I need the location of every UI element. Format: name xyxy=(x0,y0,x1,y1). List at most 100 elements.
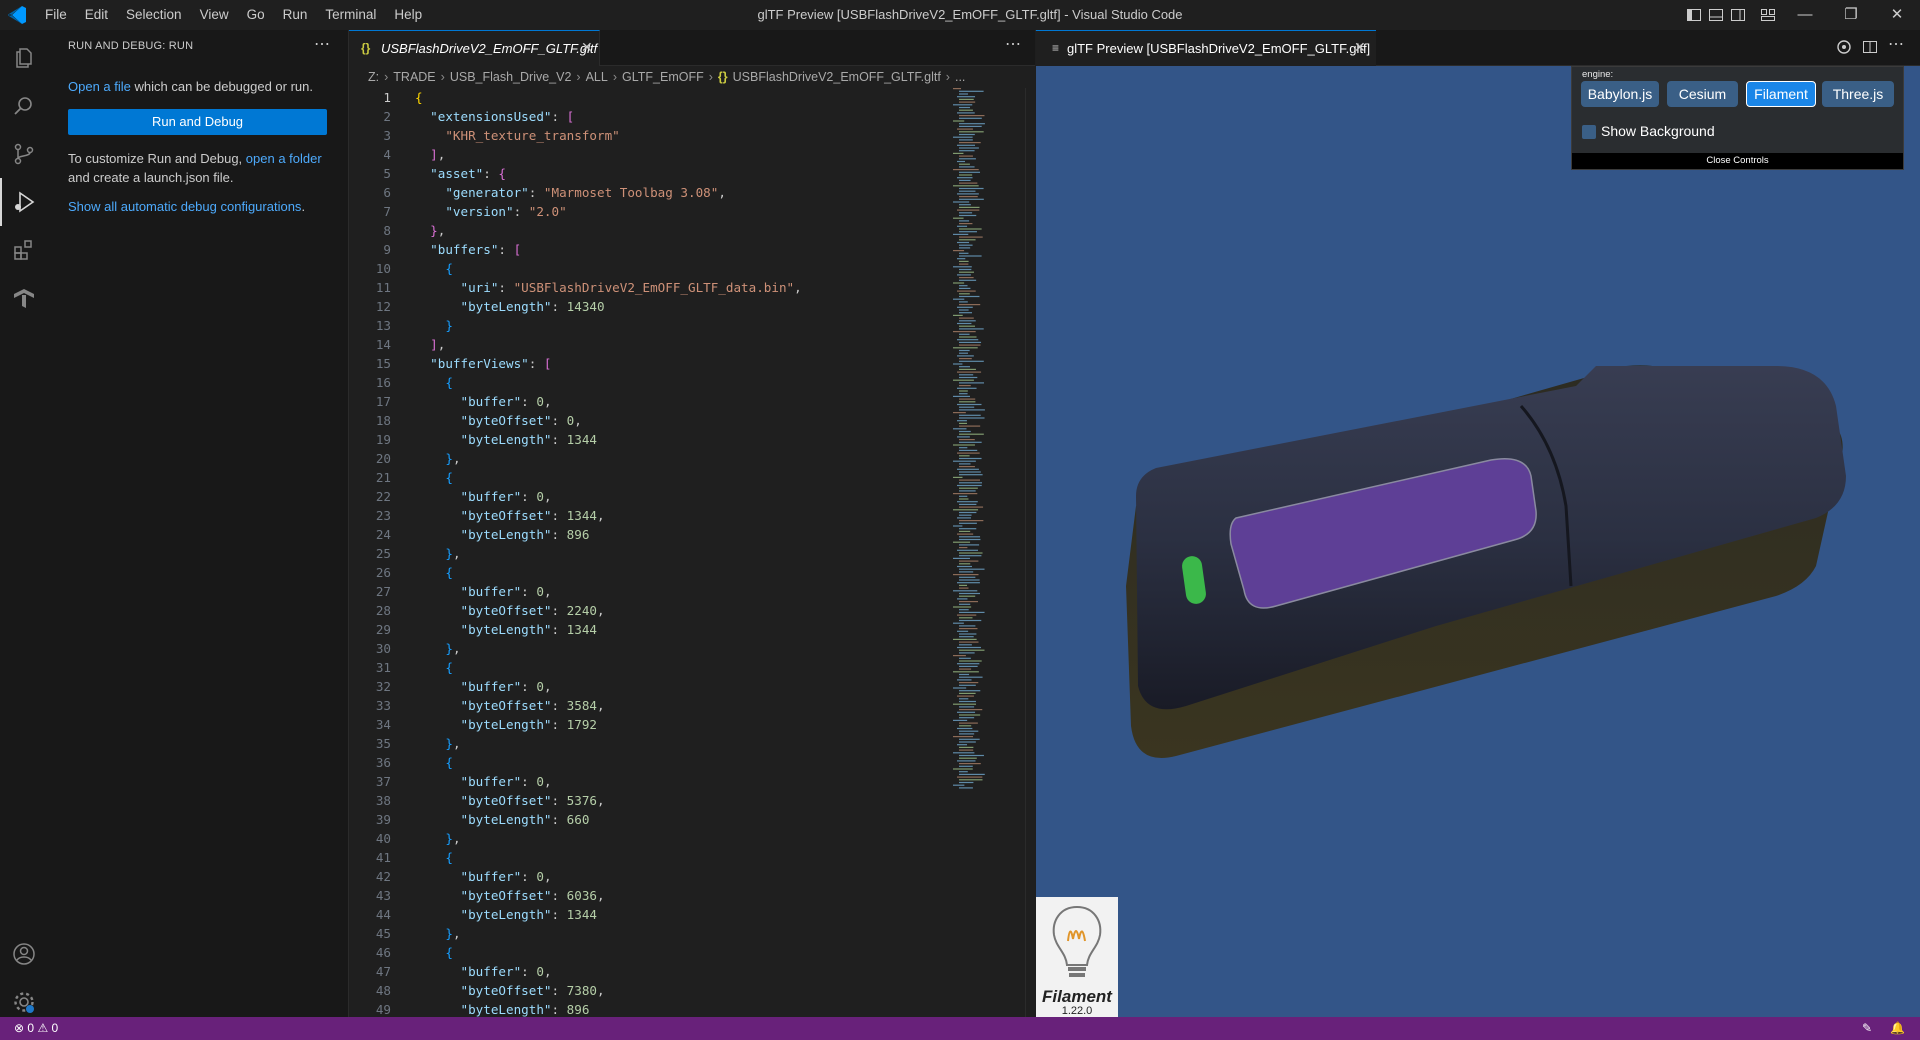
gltf-viewport[interactable]: engine: Babylon.js Cesium Filament Three… xyxy=(1036,66,1920,1017)
vertical-scrollbar[interactable] xyxy=(1025,88,1035,1017)
minimap-line xyxy=(959,649,985,651)
run-and-debug-button[interactable]: Run and Debug xyxy=(68,109,327,135)
minimap-line xyxy=(959,447,968,449)
show-all-configs-link[interactable]: Show all automatic debug configurations xyxy=(68,199,301,214)
minimap-line xyxy=(959,101,976,103)
line-number: 3 xyxy=(383,128,391,143)
menu-go[interactable]: Go xyxy=(238,0,274,30)
minimap-line xyxy=(959,506,984,508)
toggle-primary-sidebar-icon[interactable] xyxy=(1686,7,1702,23)
menu-edit[interactable]: Edit xyxy=(76,0,117,30)
minimap-line xyxy=(957,533,974,535)
close-tab-icon[interactable]: ✕ xyxy=(581,39,593,56)
minimap-line xyxy=(953,606,972,608)
minimap-line xyxy=(959,196,978,198)
extensions-icon[interactable] xyxy=(0,226,48,274)
minimap-line xyxy=(959,538,981,541)
minimap-line xyxy=(959,133,975,136)
minimap-line xyxy=(959,660,982,662)
minimap-line xyxy=(953,719,968,721)
code-line: "byteOffset": 5376, xyxy=(460,793,605,808)
tensorflow-icon[interactable] xyxy=(0,274,48,322)
minimap-line xyxy=(957,501,978,503)
close-controls-button[interactable]: Close Controls xyxy=(1572,153,1903,169)
breadcrumb-separator: › xyxy=(576,70,581,84)
minimap-line xyxy=(953,736,974,738)
editor-more-actions-icon[interactable]: ⋯ xyxy=(1005,34,1021,54)
breadcrumb-item[interactable]: ALL xyxy=(586,70,608,84)
editor-tab[interactable]: {} USBFlashDriveV2_EmOFF_GLTF.gltf ✕ xyxy=(349,30,600,66)
line-number: 30 xyxy=(375,641,391,656)
preview-tab[interactable]: ≡ glTF Preview [USBFlashDriveV2_EmOFF_GL… xyxy=(1036,30,1376,66)
code-line: "buffer": 0, xyxy=(460,584,552,599)
breadcrumb-item[interactable]: USB_Flash_Drive_V2 xyxy=(450,70,572,84)
minimap-line xyxy=(953,412,966,414)
code-line: "buffer": 0, xyxy=(460,394,552,409)
minimap-line xyxy=(959,498,969,500)
open-file-link[interactable]: Open a file xyxy=(68,79,131,94)
engine-filament-button[interactable]: Filament xyxy=(1746,81,1816,107)
minimap-line xyxy=(959,425,981,427)
code-line: }, xyxy=(445,546,461,561)
minimap-line xyxy=(959,479,981,481)
problems-indicator[interactable]: ⊗ 0 ⚠ 0 xyxy=(14,1017,58,1040)
minimap-line xyxy=(959,560,979,562)
inspector-icon[interactable] xyxy=(1836,39,1852,58)
show-background-label[interactable]: Show Background xyxy=(1601,123,1715,139)
code-line: "buffer": 0, xyxy=(460,774,552,789)
source-control-icon[interactable] xyxy=(0,130,48,178)
menu-view[interactable]: View xyxy=(191,0,238,30)
breadcrumb-item[interactable]: GLTF_EmOFF xyxy=(622,70,704,84)
menu-selection[interactable]: Selection xyxy=(117,0,191,30)
minimap[interactable] xyxy=(951,88,1011,908)
search-icon[interactable] xyxy=(0,82,48,130)
minimap-line xyxy=(953,752,975,754)
code-editor[interactable]: 1 {2 "extensionsUsed": [3 "KHR_texture_tr… xyxy=(349,88,1035,1017)
minimap-line xyxy=(959,741,976,743)
account-icon[interactable] xyxy=(0,930,48,978)
customize-layout-icon[interactable] xyxy=(1760,7,1776,23)
minimap-line xyxy=(959,536,981,538)
minimap-line xyxy=(959,406,975,408)
close-preview-tab-icon[interactable]: ✕ xyxy=(1354,39,1366,56)
open-folder-link[interactable]: open a folder xyxy=(246,151,322,166)
minimize-button[interactable]: — xyxy=(1782,0,1828,30)
minimap-line xyxy=(953,444,975,446)
restore-button[interactable]: ❐ xyxy=(1828,0,1874,30)
minimap-line xyxy=(959,568,985,570)
feedback-icon[interactable]: ✎ xyxy=(1862,1017,1872,1040)
minimap-line xyxy=(959,328,984,330)
minimap-line xyxy=(959,320,976,322)
minimap-line xyxy=(959,333,970,335)
more-actions-icon[interactable]: ⋯ xyxy=(314,34,330,54)
menu-terminal[interactable]: Terminal xyxy=(316,0,385,30)
breadcrumb-item[interactable]: Z: xyxy=(368,70,379,84)
notifications-bell-icon[interactable]: 🔔 xyxy=(1890,1017,1905,1040)
close-window-button[interactable]: ✕ xyxy=(1874,0,1920,30)
minimap-line xyxy=(959,277,974,279)
menu-help[interactable]: Help xyxy=(385,0,431,30)
warning-count: 0 xyxy=(51,1021,59,1035)
code-line: { xyxy=(445,945,453,960)
minimap-line xyxy=(959,220,970,222)
preview-more-actions-icon[interactable]: ⋯ xyxy=(1888,34,1904,54)
menu-run[interactable]: Run xyxy=(274,0,317,30)
explorer-icon[interactable] xyxy=(0,34,48,82)
minimap-line xyxy=(959,115,985,117)
engine-cesium-button[interactable]: Cesium xyxy=(1667,81,1738,107)
show-all-configs: Show all automatic debug configurations. xyxy=(68,199,305,214)
breadcrumb-item[interactable]: USBFlashDriveV2_EmOFF_GLTF.gltf xyxy=(733,70,941,84)
show-background-checkbox[interactable] xyxy=(1582,125,1596,139)
breadcrumb-item[interactable]: ... xyxy=(955,70,965,84)
split-editor-icon[interactable] xyxy=(1862,39,1878,58)
breadcrumb-item[interactable]: TRADE xyxy=(393,70,435,84)
menu-file[interactable]: File xyxy=(36,0,76,30)
engine-threejs-button[interactable]: Three.js xyxy=(1822,81,1894,107)
minimap-line xyxy=(959,171,981,173)
minimap-line xyxy=(953,201,970,203)
engine-babylon-button[interactable]: Babylon.js xyxy=(1581,81,1659,107)
toggle-panel-icon[interactable] xyxy=(1708,7,1724,23)
toggle-secondary-sidebar-icon[interactable] xyxy=(1730,7,1746,23)
run-and-debug-icon[interactable] xyxy=(0,178,48,226)
breadcrumb-separator: › xyxy=(708,70,713,84)
